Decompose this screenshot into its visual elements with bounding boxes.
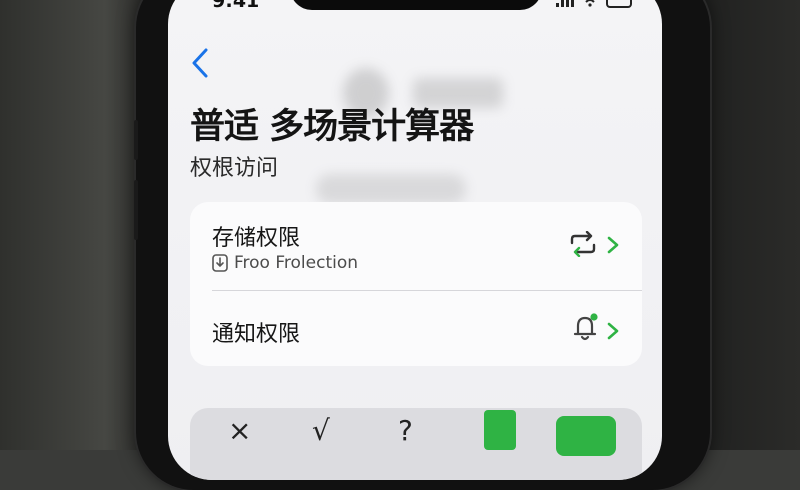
green-action-key[interactable] [556, 416, 616, 456]
wifi-icon [582, 0, 598, 11]
signal-icon [556, 0, 574, 11]
bell-icon [573, 313, 598, 341]
phone-side-button [134, 120, 138, 160]
notification-permission-row[interactable]: 通知权限 [190, 292, 642, 366]
back-button[interactable] [188, 46, 212, 80]
status-time: 9:41 [212, 0, 260, 12]
chevron-right-icon [607, 236, 619, 254]
status-icons [556, 0, 632, 11]
sync-arrows-icon [570, 231, 596, 257]
question-key[interactable]: ? [398, 414, 413, 447]
storage-permission-label: 存储权限 [212, 226, 301, 251]
calculator-keypad: × √ ? [190, 408, 642, 480]
blurred-background-content [316, 174, 466, 204]
permissions-card: 存储权限 Froo Frolection 通知权限 [190, 202, 642, 366]
background-left [0, 0, 150, 450]
page-subtitle: 权根访问 [190, 156, 279, 181]
green-key[interactable] [484, 410, 516, 450]
download-file-icon [212, 254, 228, 272]
chevron-left-icon [192, 48, 208, 78]
dynamic-island [290, 0, 542, 10]
notification-permission-label: 通知权限 [212, 322, 301, 347]
storage-permission-subtitle: Froo Frolection [212, 253, 358, 273]
multiply-key[interactable]: × [228, 414, 251, 447]
storage-permission-subtext: Froo Frolection [234, 253, 359, 273]
sqrt-key[interactable]: √ [312, 414, 330, 447]
battery-icon [606, 0, 632, 8]
phone-side-button [134, 180, 138, 240]
row-divider [212, 290, 642, 291]
page-title: 普适 多场景计算器 [190, 107, 474, 147]
phone-screen: 9:41 普适 多场景计算器 权根访问 存储权限 Froo Frolection [168, 0, 662, 480]
storage-permission-row[interactable]: 存储权限 Froo Frolection [190, 202, 642, 290]
chevron-right-icon [607, 322, 619, 340]
